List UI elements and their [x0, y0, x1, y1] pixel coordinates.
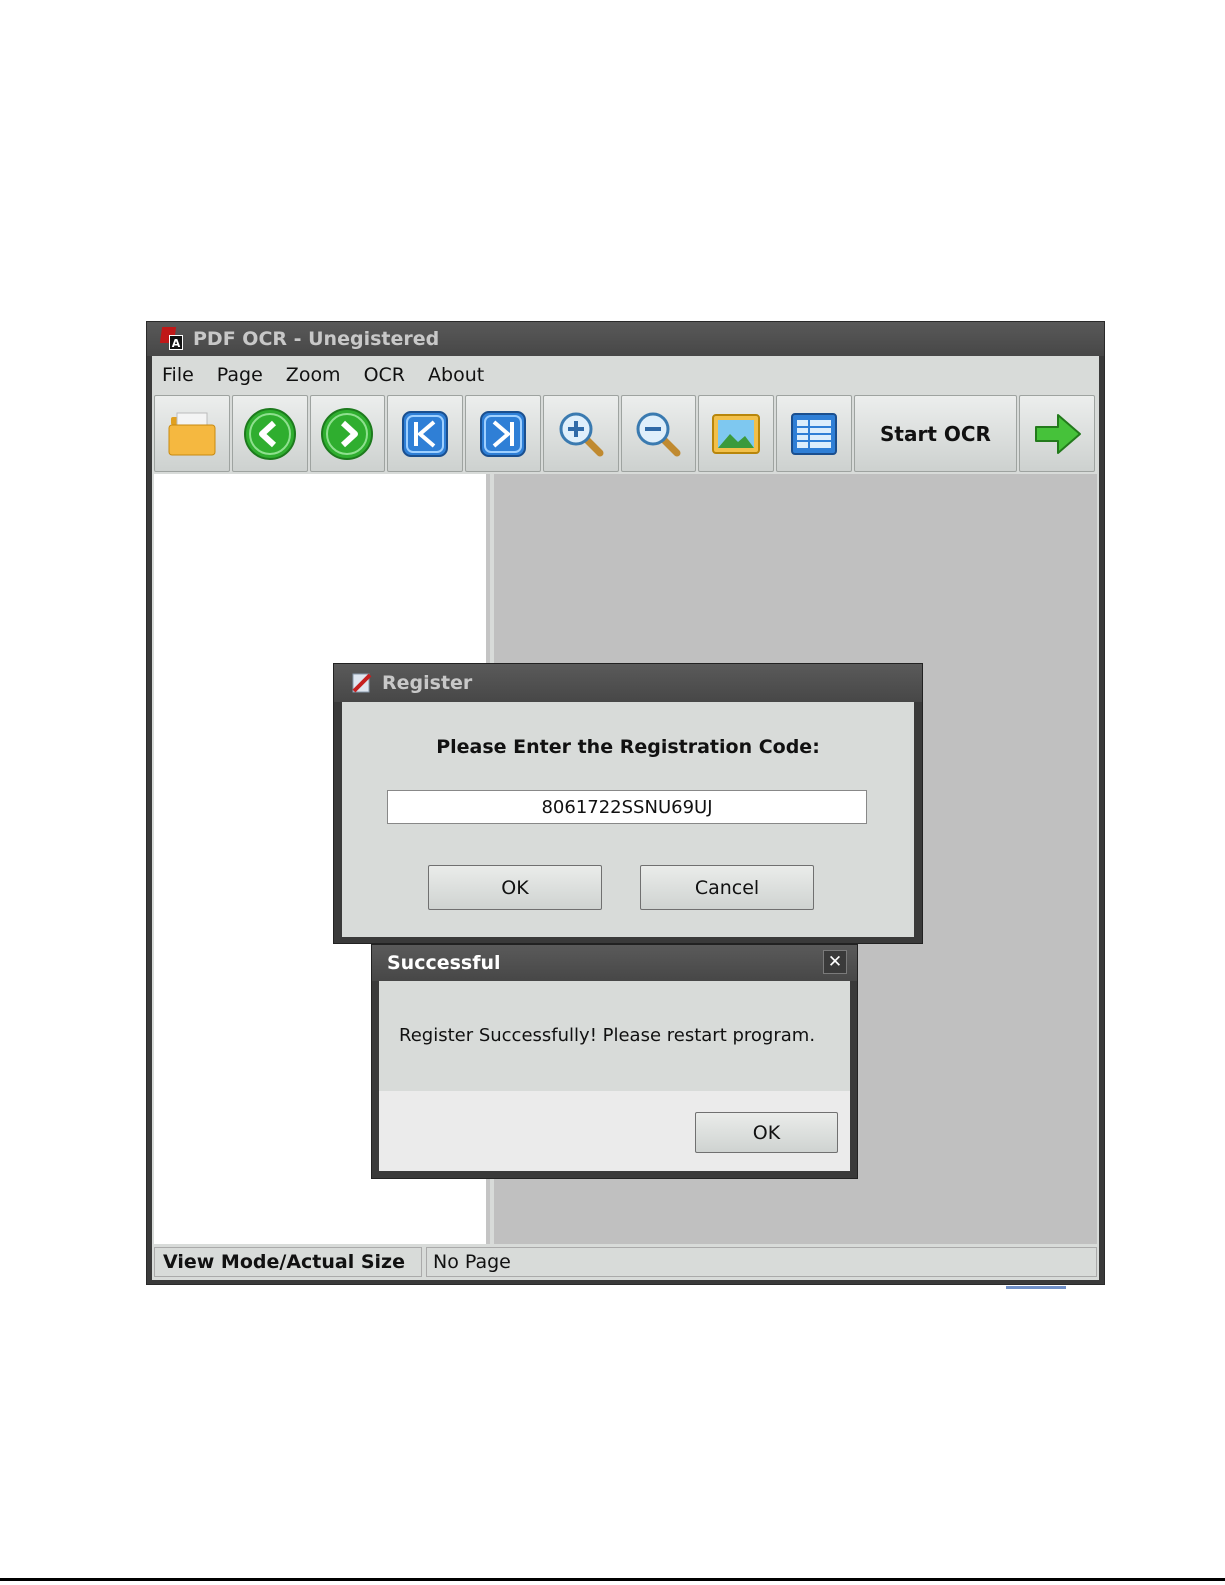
menu-file[interactable]: File [162, 364, 194, 386]
forward-arrow-icon [321, 407, 374, 460]
table-icon [790, 412, 837, 455]
success-ok-button[interactable]: OK [695, 1112, 838, 1153]
table-view-button[interactable] [776, 395, 852, 472]
menu-page[interactable]: Page [217, 364, 263, 386]
registration-code-input[interactable] [387, 790, 867, 824]
success-body: Register Successfully! Please restart pr… [379, 981, 850, 1171]
register-cancel-button[interactable]: Cancel [640, 865, 814, 910]
zoom-out-icon [636, 412, 681, 456]
app-titlebar[interactable]: A PDF OCR - Unegistered [147, 322, 1104, 356]
next-arrow-icon [1035, 413, 1082, 454]
status-bar: View Mode/Actual Size No Page [152, 1245, 1099, 1279]
first-page-button[interactable] [387, 395, 463, 472]
image-view-button[interactable] [698, 395, 774, 472]
success-dialog: Successful ✕ Register Successfully! Plea… [371, 944, 858, 1179]
success-titlebar[interactable]: Successful ✕ [372, 945, 857, 981]
close-button[interactable]: ✕ [823, 950, 847, 974]
zoom-out-button[interactable] [620, 395, 697, 472]
next-page-button[interactable] [309, 395, 386, 472]
last-page-icon [479, 410, 526, 457]
next-step-button[interactable] [1019, 395, 1095, 472]
register-dialog: Register Please Enter the Registration C… [333, 663, 923, 944]
folder-icon [168, 412, 216, 455]
success-footer: OK [379, 1091, 850, 1171]
menu-bar: File Page Zoom OCR About [152, 356, 1099, 394]
previous-page-button[interactable] [231, 395, 308, 472]
register-title: Register [382, 672, 473, 694]
menu-about[interactable]: About [428, 364, 484, 386]
close-icon: ✕ [827, 952, 843, 972]
open-file-button[interactable] [154, 395, 230, 472]
first-page-icon [402, 410, 449, 457]
success-title: Successful [387, 952, 501, 974]
register-key-icon [352, 673, 372, 693]
registration-prompt: Please Enter the Registration Code: [436, 736, 820, 758]
app-title: PDF OCR - Unegistered [193, 328, 440, 350]
register-titlebar[interactable]: Register [334, 664, 922, 702]
zoom-in-button[interactable] [542, 395, 619, 472]
register-ok-button[interactable]: OK [428, 865, 602, 910]
page-bottom-rule [0, 1578, 1225, 1581]
image-icon [712, 413, 761, 454]
zoom-in-icon [559, 412, 604, 456]
app-logo-icon: A [159, 326, 185, 352]
success-message: Register Successfully! Please restart pr… [399, 1025, 816, 1046]
last-page-button[interactable] [465, 395, 541, 472]
menu-ocr[interactable]: OCR [364, 364, 405, 386]
document-page: A PDF OCR - Unegistered File Page Zoom O… [0, 0, 1225, 1585]
status-page: No Page [426, 1247, 1097, 1277]
back-arrow-icon [243, 407, 296, 460]
background-artifact [982, 1283, 1082, 1291]
toolbar: Start OCR [154, 395, 1097, 472]
menu-zoom[interactable]: Zoom [286, 364, 341, 386]
start-ocr-button[interactable]: Start OCR [853, 395, 1018, 472]
register-body: Please Enter the Registration Code: OK C… [342, 702, 914, 937]
status-view-mode: View Mode/Actual Size [154, 1247, 422, 1277]
